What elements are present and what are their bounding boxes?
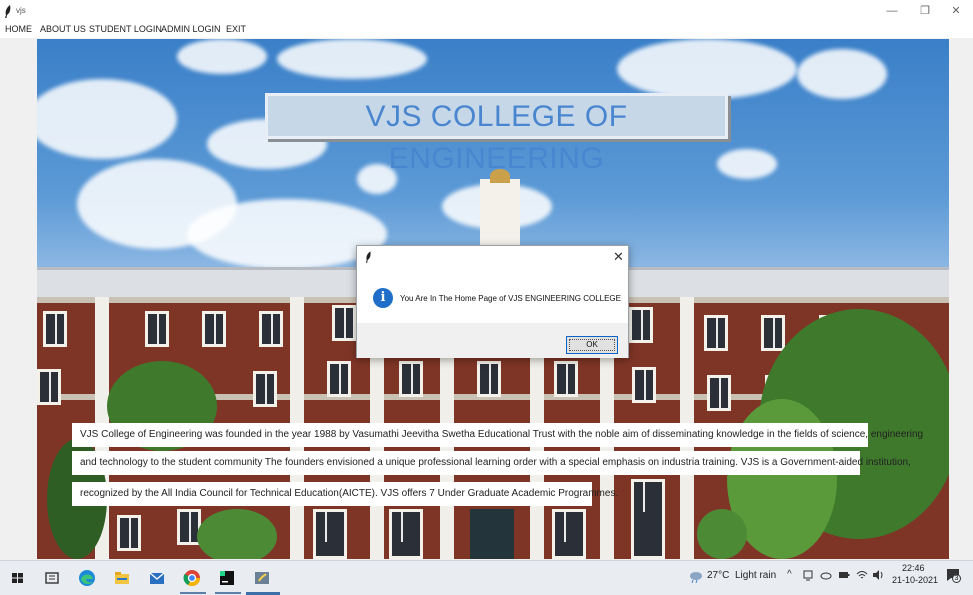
notification-badge: 3	[952, 574, 961, 583]
onedrive-icon[interactable]	[820, 569, 832, 581]
building-window	[327, 361, 351, 397]
mail-icon[interactable]	[147, 568, 167, 588]
description-line: VJS College of Engineering was founded i…	[72, 423, 923, 447]
weather-condition[interactable]: Light rain	[735, 570, 776, 581]
menu-about-us[interactable]: ABOUT US	[40, 24, 86, 34]
cloud	[617, 39, 797, 99]
building-window	[629, 307, 653, 343]
info-icon: i	[373, 288, 393, 308]
close-window-button[interactable]: ✕	[941, 3, 971, 20]
college-title-banner: VJS COLLEGE OF ENGINEERING	[265, 93, 728, 175]
cloud	[797, 49, 887, 99]
battery-icon[interactable]	[838, 569, 850, 581]
building-window	[704, 315, 728, 351]
cloud	[37, 79, 177, 159]
windows-start-icon[interactable]	[8, 568, 28, 588]
menu-bar: HOME ABOUT US STUDENT LOGIN ADMIN LOGIN …	[0, 22, 973, 38]
building-window	[332, 305, 356, 341]
tree	[197, 509, 277, 559]
active-indicator	[215, 592, 241, 594]
building-window	[389, 509, 423, 559]
building-window	[145, 311, 169, 347]
building-window	[554, 361, 578, 397]
tk-feather-icon	[365, 251, 371, 263]
minimize-button[interactable]: —	[877, 3, 907, 20]
cloud	[277, 39, 427, 79]
building-window	[313, 509, 347, 559]
building-window	[202, 311, 226, 347]
weather-temperature[interactable]: 27°C	[707, 570, 729, 581]
meet-now-icon[interactable]	[803, 569, 813, 581]
building-window	[37, 369, 61, 405]
python-tk-icon[interactable]	[252, 568, 272, 588]
clock-tower	[480, 179, 520, 249]
dialog-message: You Are In The Home Page of VJS ENGINEER…	[400, 294, 621, 303]
building-window	[632, 367, 656, 403]
info-message-dialog: ✕ i You Are In The Home Page of VJS ENGI…	[356, 245, 629, 358]
tray-chevron-icon[interactable]: ^	[787, 569, 792, 580]
building-window	[761, 315, 785, 351]
pycharm-icon[interactable]	[217, 568, 237, 588]
building-window	[552, 509, 586, 559]
dialog-close-button[interactable]: ✕	[613, 249, 624, 265]
ok-button[interactable]: OK	[566, 336, 618, 354]
building-window	[43, 311, 67, 347]
wifi-icon[interactable]	[856, 569, 868, 581]
chrome-icon[interactable]	[182, 568, 202, 588]
window-title: vjs	[16, 6, 26, 15]
building-window	[253, 371, 277, 407]
building-window	[399, 361, 423, 397]
weather-rain-icon[interactable]	[689, 571, 703, 583]
tk-feather-icon	[5, 5, 11, 18]
cloud	[717, 149, 777, 179]
building-window	[707, 375, 731, 411]
clock-date[interactable]: 21-10-2021	[892, 575, 938, 585]
menu-home[interactable]: HOME	[5, 24, 32, 34]
building-window	[631, 479, 665, 559]
task-view-icon[interactable]	[42, 568, 62, 588]
building-window	[477, 361, 501, 397]
clock-time[interactable]: 22:46	[902, 563, 925, 573]
menu-admin-login[interactable]: ADMIN LOGIN	[161, 24, 221, 34]
window-title-bar: vjs — ❐ ✕	[0, 0, 973, 22]
active-indicator	[180, 592, 206, 594]
notification-center[interactable]: 3	[945, 567, 961, 583]
building-door	[470, 509, 514, 559]
menu-student-login[interactable]: STUDENT LOGIN	[89, 24, 162, 34]
description-line: recognized by the All India Council for …	[72, 482, 618, 506]
file-explorer-icon[interactable]	[112, 568, 132, 588]
edge-icon[interactable]	[77, 568, 97, 588]
tree	[697, 509, 747, 559]
building-window	[259, 311, 283, 347]
college-title: VJS COLLEGE OF ENGINEERING	[365, 100, 628, 175]
menu-exit[interactable]: EXIT	[226, 24, 246, 34]
volume-icon[interactable]	[872, 569, 884, 581]
building-window	[117, 515, 141, 551]
maximize-button[interactable]: ❐	[910, 3, 940, 20]
description-line: and technology to the student community …	[72, 451, 911, 475]
cloud	[177, 39, 267, 74]
